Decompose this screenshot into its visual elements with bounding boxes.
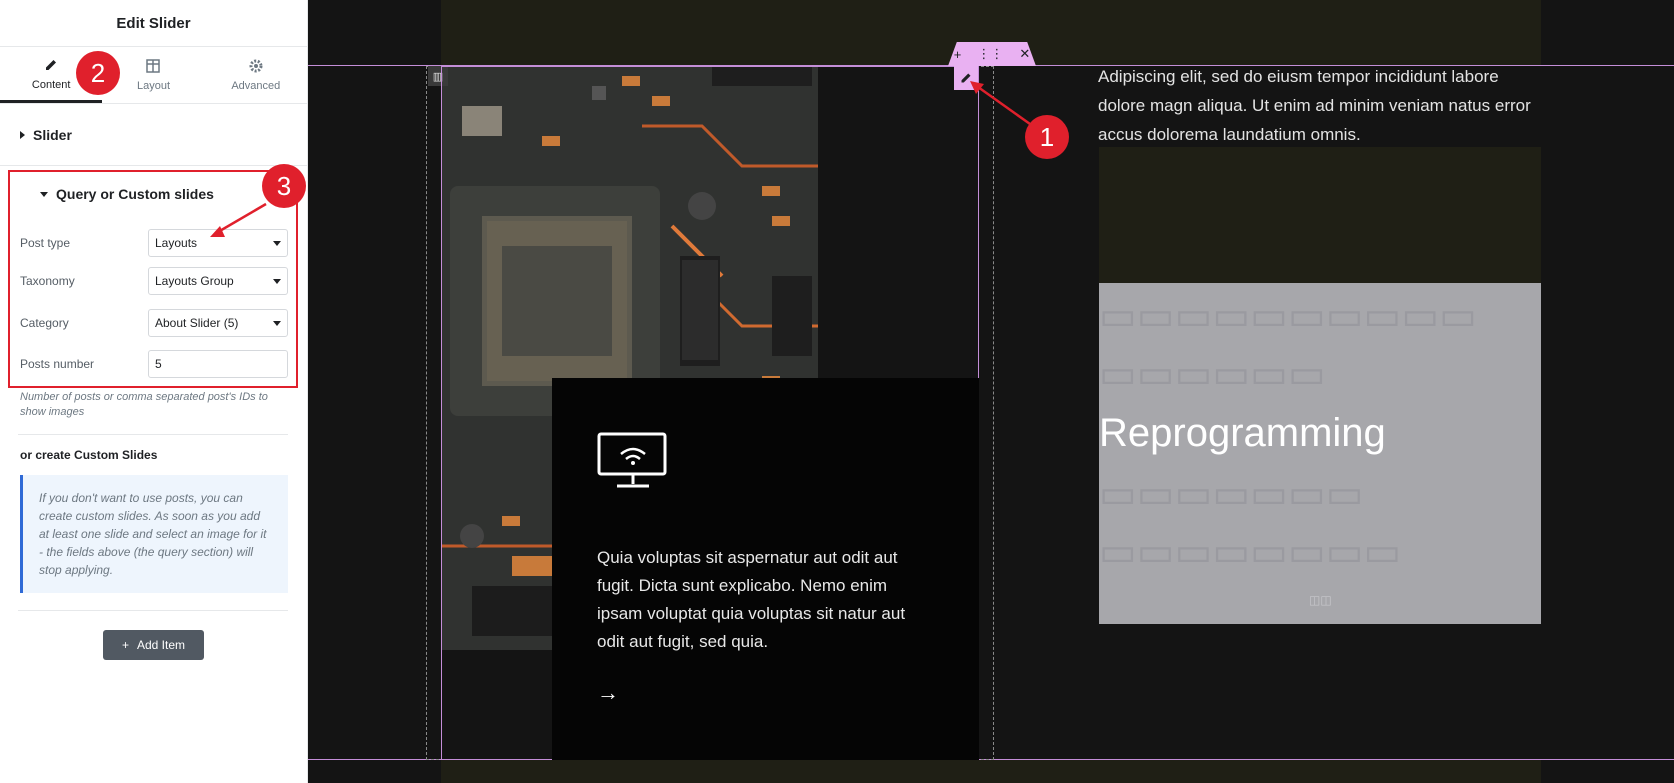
- posts-number-row: Posts number 5: [20, 350, 288, 378]
- chevron-down-icon: [273, 278, 281, 284]
- close-icon[interactable]: ✕: [1019, 46, 1030, 62]
- category-label: Category: [20, 316, 69, 330]
- ghost-word: ▭▭▭▭▭▭▭▭▭▭: [1099, 294, 1477, 338]
- slide-description: Quia voluptas sit aspernatur aut odit au…: [597, 548, 906, 651]
- slide-arrow-link[interactable]: →: [597, 680, 619, 706]
- category-select[interactable]: About Slider (5): [148, 309, 288, 337]
- slider-nav-icon[interactable]: ◫◫: [1309, 593, 1332, 607]
- post-type-select[interactable]: Layouts: [148, 229, 288, 257]
- add-icon[interactable]: +: [954, 47, 962, 62]
- tab-content-label: Content: [31, 78, 71, 91]
- tab-advanced[interactable]: Advanced: [205, 47, 307, 103]
- divider: [18, 610, 288, 611]
- posts-number-help: Number of posts or comma separated post'…: [20, 391, 268, 418]
- drag-handle-icon[interactable]: ⋮⋮: [977, 46, 1003, 62]
- gear-icon: [249, 59, 263, 73]
- custom-slides-notice: If you don't want to use posts, you can …: [20, 475, 288, 593]
- chevron-down-icon: [273, 320, 281, 326]
- slider-section-toggle[interactable]: Slider: [0, 104, 307, 166]
- widget-toolbar: + ⋮⋮ ✕: [948, 42, 1036, 66]
- ghost-word: ▭▭▭▭▭▭▭▭: [1099, 530, 1402, 574]
- section-background: [441, 760, 1541, 783]
- taxonomy-row: Taxonomy Layouts Group: [20, 267, 288, 295]
- intro-paragraph: Adipiscing elit, sed do eiusm tempor inc…: [1098, 67, 1531, 144]
- layout-icon: [146, 59, 161, 73]
- posts-number-input[interactable]: 5: [148, 350, 288, 378]
- post-type-row: Post type Layouts: [20, 229, 288, 257]
- tab-advanced-label: Advanced: [231, 80, 281, 92]
- preview-canvas: ▥ Quia voluptas sit aspernatur aut odit …: [308, 0, 1674, 783]
- custom-slides-heading: or create Custom Slides: [20, 448, 158, 462]
- add-item-label: Add Item: [136, 638, 186, 652]
- annotation-badge-2: 2: [76, 51, 120, 95]
- ghost-word: ▭▭▭▭▭▭: [1099, 352, 1326, 396]
- category-value: About Slider (5): [155, 316, 239, 330]
- taxonomy-select[interactable]: Layouts Group: [148, 267, 288, 295]
- monitor-wifi-icon: [597, 432, 667, 488]
- post-type-label: Post type: [20, 236, 71, 250]
- panel-title: Edit Slider: [0, 0, 307, 47]
- caret-down-icon: [40, 191, 48, 197]
- add-item-button[interactable]: + Add Item: [103, 630, 204, 660]
- query-section-label: Query or Custom slides: [56, 186, 214, 202]
- active-slide-word: Reprogramming: [1099, 411, 1386, 455]
- slider-section-label: Slider: [33, 126, 72, 143]
- chevron-down-icon: [273, 240, 281, 246]
- divider: [18, 434, 288, 435]
- query-section-toggle[interactable]: Query or Custom slides: [20, 186, 234, 202]
- caret-right-icon: [20, 130, 25, 139]
- post-type-value: Layouts: [155, 236, 198, 250]
- ghost-word: ▭▭▭▭▭▭▭: [1099, 472, 1364, 516]
- pencil-icon: [961, 73, 971, 83]
- panel-tabs: Content Layout Advanced: [0, 47, 307, 104]
- annotation-badge-1: 1: [1025, 115, 1069, 159]
- word-slider: ▭▭▭▭▭▭▭▭▭▭ ▭▭▭▭▭▭ Reprogramming ▭▭▭▭▭▭▭ …: [1099, 283, 1541, 624]
- plus-icon: +: [121, 638, 129, 652]
- taxonomy-value: Layouts Group: [155, 274, 234, 288]
- annotation-badge-3: 3: [262, 164, 306, 208]
- section-background: [1099, 147, 1541, 283]
- posts-number-label: Posts number: [20, 357, 95, 371]
- tab-layout-label: Layout: [136, 80, 170, 92]
- edit-widget-button[interactable]: [954, 66, 978, 90]
- pencil-icon: [46, 59, 57, 70]
- taxonomy-label: Taxonomy: [20, 274, 75, 288]
- category-row: Category About Slider (5): [20, 309, 288, 337]
